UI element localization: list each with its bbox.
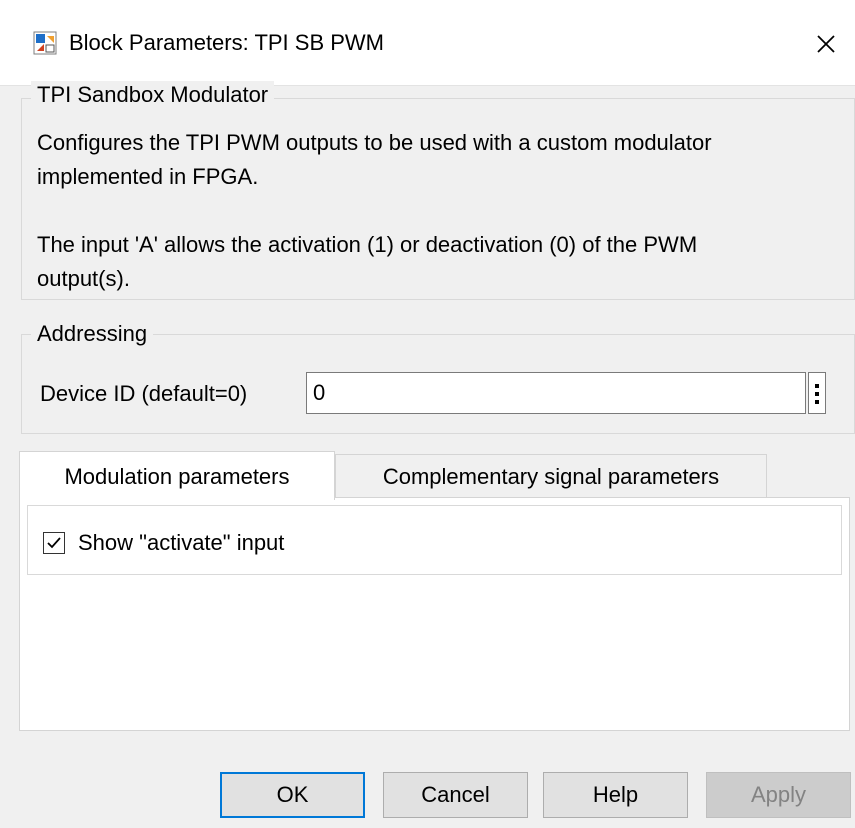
description-group-legend: TPI Sandbox Modulator [31,81,275,109]
tab-complementary-signal-parameters[interactable]: Complementary signal parameters [335,454,767,498]
window-title: Block Parameters: TPI SB PWM [69,30,385,55]
description-line-2: implemented in FPGA. [37,164,259,189]
close-icon[interactable] [808,26,844,62]
apply-button[interactable]: Apply [706,772,851,818]
description-line-3: The input 'A' allows the activation (1) … [37,232,698,257]
device-id-field[interactable] [306,372,806,414]
title-bar: Block Parameters: TPI SB PWM [0,0,855,86]
help-button[interactable]: Help [543,772,688,818]
addressing-group-legend: Addressing [31,320,154,348]
description-line-4: output(s). [37,266,130,291]
checkmark-icon [47,537,61,549]
tab-modulation-parameters[interactable]: Modulation parameters [19,451,335,500]
show-activate-label: Show "activate" input [78,530,285,555]
device-id-label: Device ID (default=0) [40,381,248,406]
tab-complementary-signal-parameters-label: Complementary signal parameters [382,464,720,489]
description-line-1: Configures the TPI PWM outputs to be use… [37,130,712,155]
tab-modulation-parameters-label: Modulation parameters [64,464,290,489]
ok-button[interactable]: OK [220,772,365,818]
more-options-button[interactable] [808,372,826,414]
show-activate-checkbox[interactable] [43,532,65,554]
cancel-button[interactable]: Cancel [383,772,528,818]
simulink-block-icon [33,31,57,55]
